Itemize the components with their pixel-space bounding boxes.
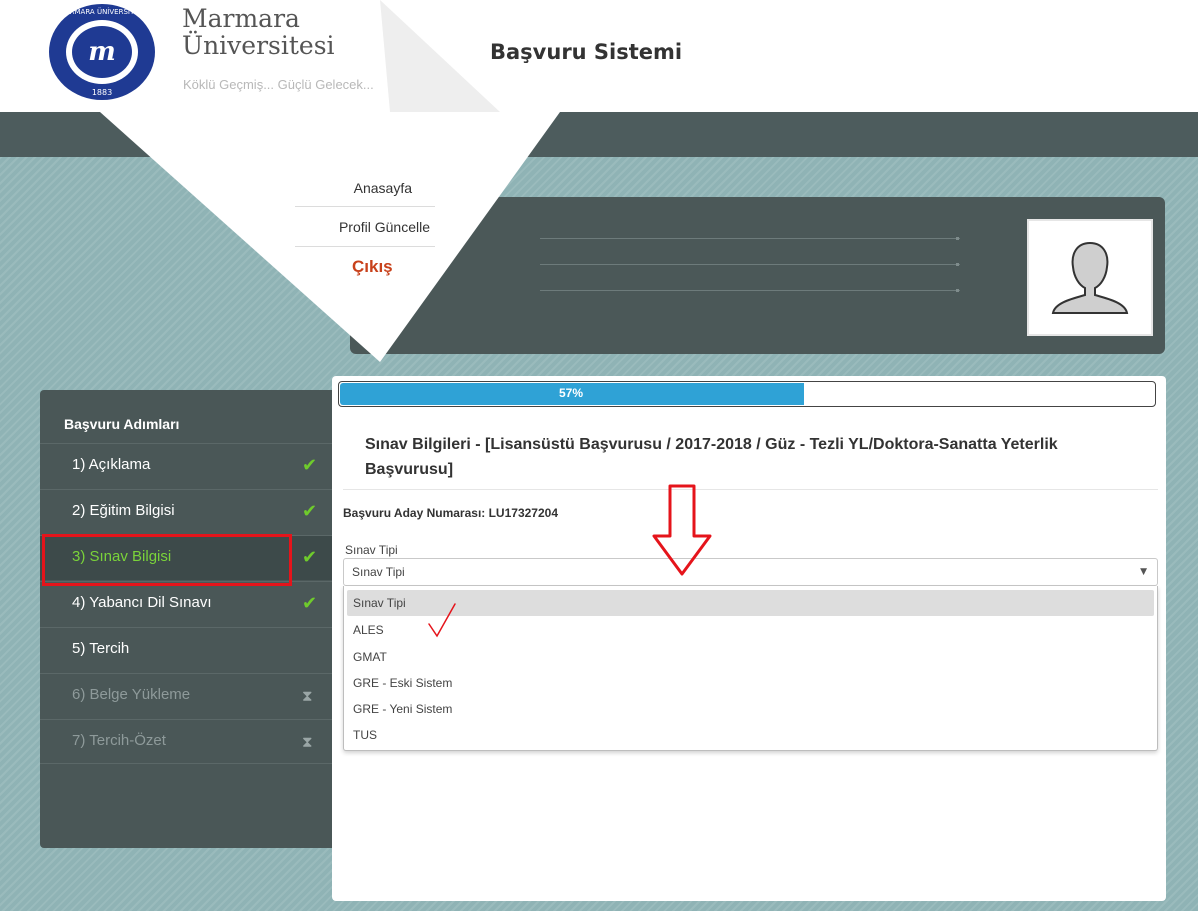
profile-dot bbox=[956, 289, 959, 292]
step-label: 4) Yabancı Dil Sınavı bbox=[72, 594, 212, 611]
profile-dot bbox=[956, 237, 959, 240]
seal-year: 1883 bbox=[92, 88, 112, 97]
chevron-down-icon: ▼ bbox=[1140, 567, 1147, 577]
check-icon: ✔ bbox=[302, 593, 318, 614]
candidate-number: Başvuru Aday Numarası: LU17327204 bbox=[343, 506, 558, 520]
option-label: GMAT bbox=[353, 650, 387, 664]
seal-mark: m bbox=[88, 37, 116, 67]
option-ales[interactable]: ALES bbox=[347, 617, 1154, 643]
step-belge-yukleme: 6) Belge Yükleme ⧗ bbox=[40, 673, 340, 718]
active-step-highlight-annotation bbox=[42, 534, 292, 586]
check-icon: ✔ bbox=[302, 455, 318, 476]
section-title: Sınav Bilgileri - [Lisansüstü Başvurusu … bbox=[365, 436, 1058, 478]
brand-name-line1: Marmara bbox=[182, 4, 300, 33]
profile-dot bbox=[956, 263, 959, 266]
title-divider bbox=[343, 489, 1158, 490]
nav-separator bbox=[295, 206, 435, 207]
option-label: ALES bbox=[353, 623, 384, 637]
steps-sidebar: Başvuru Adımları 1) Açıklama ✔ 2) Eğitim… bbox=[40, 390, 340, 848]
profile-line bbox=[540, 290, 960, 291]
nav-diamond bbox=[100, 112, 560, 362]
nav-separator bbox=[295, 246, 435, 247]
step-tercih-ozet: 7) Tercih-Özet ⧗ bbox=[40, 719, 340, 764]
option-label: GRE - Eski Sistem bbox=[353, 676, 453, 690]
nav-logout-link[interactable]: Çıkış bbox=[352, 257, 393, 277]
option-label: Sınav Tipi bbox=[353, 596, 406, 610]
university-seal-logo[interactable]: m 1883 MARMARA ÜNİVERSİTESİ bbox=[47, 2, 157, 102]
user-silhouette-icon bbox=[1051, 241, 1129, 314]
option-gre-yeni-sistem[interactable]: GRE - Yeni Sistem bbox=[347, 696, 1154, 722]
step-aciklama[interactable]: 1) Açıklama ✔ bbox=[40, 443, 340, 488]
check-icon: ✔ bbox=[302, 547, 318, 568]
brand-name-line2: Üniversitesi bbox=[182, 31, 335, 60]
system-title: Başvuru Sistemi bbox=[490, 40, 683, 64]
nav-profile-update-link[interactable]: Profil Güncelle bbox=[300, 219, 430, 235]
step-label: 5) Tercih bbox=[72, 640, 130, 657]
exam-type-dropdown: Sınav Tipi ALES GMAT GRE - Eski Sistem G… bbox=[343, 586, 1158, 751]
option-label: GRE - Yeni Sistem bbox=[353, 702, 453, 716]
step-label: 2) Eğitim Bilgisi bbox=[72, 502, 175, 519]
exam-type-selected-value: Sınav Tipi bbox=[352, 565, 405, 579]
option-label: TUS bbox=[353, 728, 377, 742]
check-icon: ✔ bbox=[302, 501, 318, 522]
step-tercih[interactable]: 5) Tercih bbox=[40, 627, 340, 672]
brand-slogan: Köklü Geçmiş... Güçlü Gelecek... bbox=[183, 77, 374, 92]
nav-home-link[interactable]: Anasayfa bbox=[300, 180, 412, 196]
sidebar-title: Başvuru Adımları bbox=[64, 416, 180, 432]
option-tus[interactable]: TUS bbox=[347, 722, 1154, 748]
profile-line bbox=[540, 238, 960, 239]
progress-label: 57% bbox=[558, 386, 584, 400]
progress-bar: 57% bbox=[338, 381, 1156, 407]
exam-type-label: Sınav Tipi bbox=[345, 543, 398, 557]
step-yabanci-dil-sinavi[interactable]: 4) Yabancı Dil Sınavı ✔ bbox=[40, 581, 340, 626]
hourglass-icon: ⧗ bbox=[302, 687, 313, 705]
checkmark-annotation bbox=[428, 603, 456, 638]
header-fold-decoration bbox=[380, 0, 500, 112]
profile-line bbox=[540, 264, 960, 265]
option-gmat[interactable]: GMAT bbox=[347, 644, 1154, 670]
avatar bbox=[1027, 219, 1153, 336]
step-egitim-bilgisi[interactable]: 2) Eğitim Bilgisi ✔ bbox=[40, 489, 340, 534]
option-sinav-tipi[interactable]: Sınav Tipi bbox=[347, 590, 1154, 616]
step-label: 6) Belge Yükleme bbox=[72, 686, 191, 703]
header: m 1883 MARMARA ÜNİVERSİTESİ Marmara Üniv… bbox=[0, 0, 1198, 112]
step-label: 7) Tercih-Özet bbox=[72, 732, 166, 749]
down-arrow-annotation bbox=[652, 484, 712, 576]
hourglass-icon: ⧗ bbox=[302, 733, 313, 751]
seal-text: MARMARA ÜNİVERSİTESİ bbox=[59, 7, 145, 16]
exam-type-select[interactable]: Sınav Tipi ▼ bbox=[343, 558, 1158, 586]
option-gre-eski-sistem[interactable]: GRE - Eski Sistem bbox=[347, 670, 1154, 696]
step-label: 1) Açıklama bbox=[72, 456, 151, 473]
